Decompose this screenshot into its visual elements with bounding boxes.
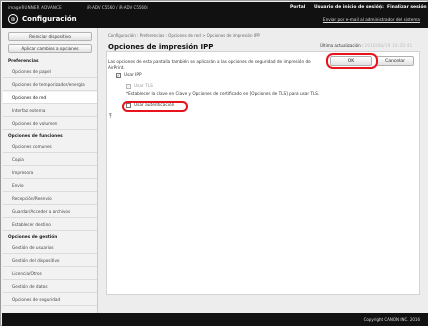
last-update-label: Última actualización :: [320, 43, 364, 48]
sidebar-item-users[interactable]: Gestión de usuarios: [3, 242, 97, 254]
header-separator: |: [380, 4, 382, 10]
sidebar-section-preferences: Preferencias: [8, 59, 39, 64]
sidebar-item-device[interactable]: Gestión del dispositivo: [3, 255, 97, 267]
sidebar-item-common[interactable]: Opciones comunes: [3, 141, 97, 153]
restart-device-button[interactable]: Reiniciar dispositivo: [8, 32, 92, 41]
app-title: Configuración: [22, 15, 77, 23]
top-header: imageRUNNER ADVANCE iR-ADV C5560 / iR-AD…: [2, 2, 428, 28]
ok-button-highlight: [326, 53, 378, 69]
breadcrumb: Configuración : Preferencias : Opciones …: [108, 33, 260, 38]
login-user-label: Usuario de inicio de sesión:: [314, 5, 384, 10]
device-name: imageRUNNER ADVANCE: [8, 5, 62, 10]
last-update: Última actualización : 2016/08/19 10:35:…: [320, 43, 413, 48]
sidebar-item-paper[interactable]: Opciones de papel: [3, 66, 97, 78]
sidebar-item-destination[interactable]: Establecer destino: [3, 219, 97, 231]
settings-panel: [106, 51, 420, 295]
use-tls-checkbox[interactable]: [126, 84, 131, 89]
use-auth-highlight: [122, 101, 188, 112]
sidebar-section-functions: Opciones de funciones: [8, 134, 63, 139]
use-tls-option[interactable]: Usar TLS: [126, 84, 153, 89]
apply-changes-button[interactable]: Aplicar cambios a opciones: [8, 44, 92, 53]
sidebar-item-timer[interactable]: Opciones de temporizador/energía: [3, 79, 97, 91]
footer: Copyright CANON INC. 2016: [2, 313, 428, 326]
brand-logo-icon: ⊛: [8, 14, 18, 24]
device-model: iR-ADV C5560 / iR-ADV C5560i: [87, 5, 148, 10]
collapse-top-icon[interactable]: ⤒: [109, 114, 112, 120]
use-tls-label: Usar TLS: [134, 84, 153, 89]
sidebar-item-volume[interactable]: Opciones de volumen: [3, 118, 97, 130]
page-title: Opciones de impresión IPP: [108, 43, 214, 51]
sidebar-item-network[interactable]: Opciones de red: [3, 92, 97, 104]
main-content: Configuración : Preferencias : Opciones …: [98, 28, 428, 313]
app-frame: imageRUNNER ADVANCE iR-ADV C5560 / iR-AD…: [0, 0, 428, 326]
sidebar-item-store-files[interactable]: Guardar/Acceder a archivos: [3, 206, 97, 218]
sidebar-item-data[interactable]: Gestión de datos: [3, 281, 97, 293]
sidebar-section-management: Opciones de gestión: [8, 235, 58, 240]
use-ipp-label: Usar IPP: [124, 73, 142, 78]
tls-note: *Establecer la clave en Clave y Opciones…: [126, 91, 320, 96]
logout-link[interactable]: Finalizar sesión: [387, 5, 427, 10]
sidebar-item-copy[interactable]: Copia: [3, 154, 97, 166]
sidebar-item-printer[interactable]: Impresora: [3, 167, 97, 179]
sidebar-item-security[interactable]: Opciones de seguridad: [3, 294, 97, 306]
use-ipp-option[interactable]: ✓ Usar IPP: [116, 73, 142, 78]
sidebar: Reiniciar dispositivo Aplicar cambios a …: [2, 28, 98, 313]
sidebar-item-license[interactable]: Licencia/Otros: [3, 268, 97, 280]
sidebar-item-interface[interactable]: Interfaz externa: [3, 105, 97, 117]
cancel-button[interactable]: Cancelar: [376, 56, 414, 66]
use-ipp-checkbox[interactable]: ✓: [116, 73, 121, 78]
email-admin-link[interactable]: Enviar por e-mail al administrador del s…: [323, 17, 420, 22]
sidebar-item-send[interactable]: Envío: [3, 180, 97, 192]
last-update-value: 2016/08/19 10:35:41: [364, 43, 413, 48]
page-description: Las opciones de esta pantalla también se…: [108, 59, 311, 70]
portal-link[interactable]: Portal: [290, 5, 305, 10]
sidebar-item-receive[interactable]: Recepción/Reenvío: [3, 193, 97, 205]
copyright: Copyright CANON INC. 2016: [363, 317, 420, 322]
